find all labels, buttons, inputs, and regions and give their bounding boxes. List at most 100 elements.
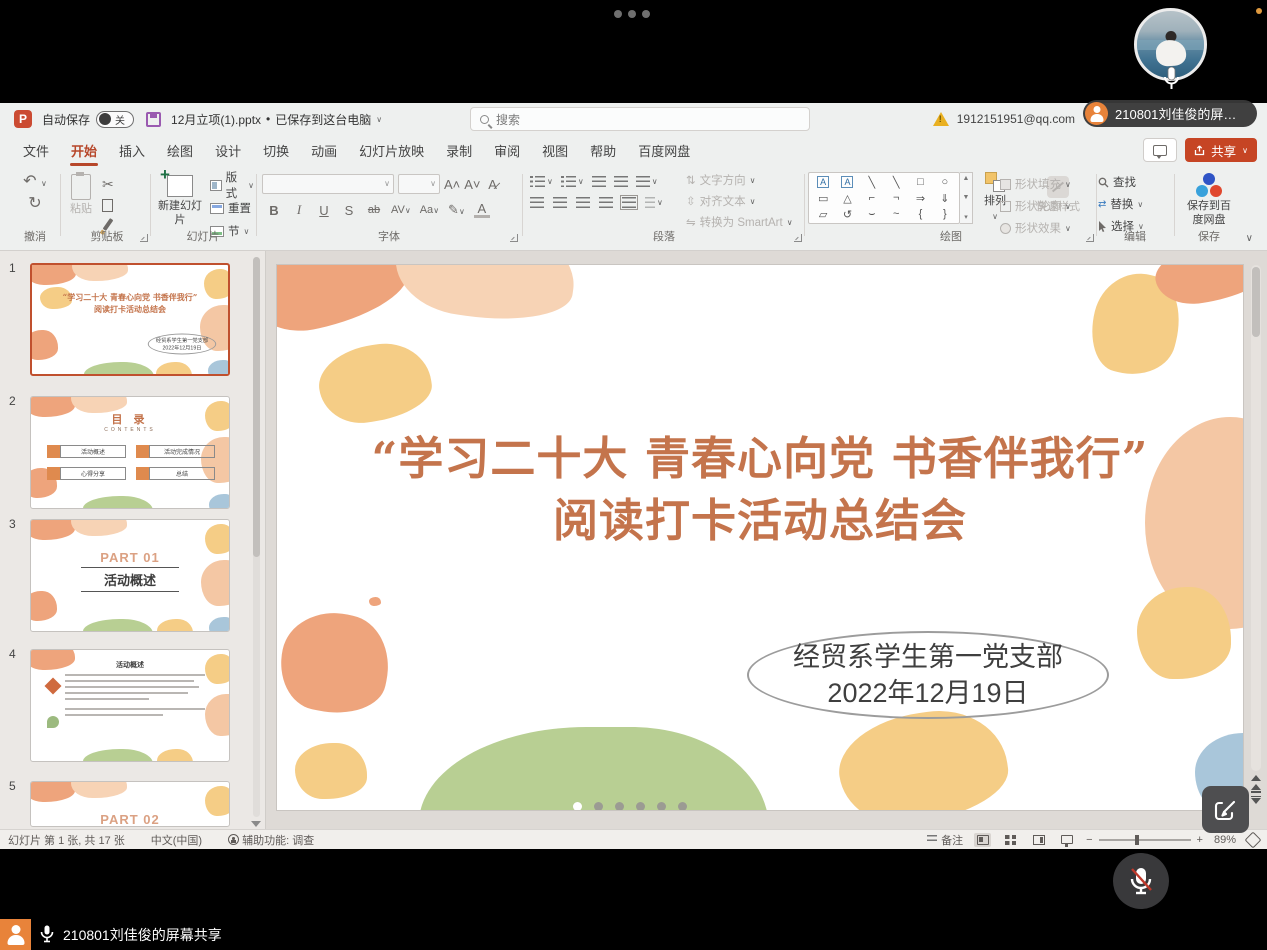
meeting-menu-dots[interactable] [614,10,650,18]
tab-design[interactable]: 设计 [204,135,252,166]
normal-view-button[interactable] [974,833,991,847]
layout-button[interactable]: 版式∨ [210,176,254,194]
justify-button[interactable] [599,197,613,208]
increase-font-button[interactable]: A˄ [444,177,460,192]
slide-thumbnail-4[interactable]: 活动概述 [30,649,230,762]
text-direction-button[interactable]: ⇅文字方向∨ [686,172,793,188]
shadow-button[interactable]: S [341,203,357,218]
current-slide[interactable]: “学习二十大 青春心向党 书香伴我行” 阅读打卡活动总结会 经贸系学生第一党支部… [277,265,1243,810]
underline-button[interactable]: U [316,203,332,218]
reset-button[interactable]: 重置 [210,199,254,217]
zoom-slider[interactable] [1099,839,1191,841]
clipboard-dialog-launcher[interactable] [140,234,148,242]
line-shape[interactable]: ╲ [869,176,876,189]
columns-button[interactable] [622,197,636,208]
left-brace-shape[interactable]: { [919,208,923,220]
change-case-button[interactable]: Aa∨ [420,204,439,216]
font-size-combo[interactable] [398,174,440,194]
align-text-button[interactable]: ⇳对齐文本∨ [686,193,793,209]
increase-indent-button[interactable] [614,176,628,187]
shape-gallery-scroll[interactable]: ▲▼▾ [960,172,973,224]
bullets-button[interactable]: ∨ [530,176,553,187]
paste-button[interactable]: 粘贴 [70,174,92,231]
bold-button[interactable]: B [266,203,282,218]
more-paragraph-button[interactable]: ∨ [645,197,663,208]
thumbnail-scrollbar[interactable] [253,257,260,817]
numbering-button[interactable]: ∨ [561,176,584,187]
down-arrow-shape[interactable]: ⇓ [940,192,949,205]
account-email[interactable]: 1912151951@qq.com [957,112,1075,126]
previous-slide-button[interactable] [1251,784,1261,793]
zoom-slider-knob[interactable] [1135,835,1139,845]
redo-button[interactable]: ↻ [28,196,41,212]
right-brace-shape[interactable]: } [943,208,947,220]
decrease-font-button[interactable]: A˅ [464,177,480,192]
tab-baidu-netdisk[interactable]: 百度网盘 [627,135,701,166]
font-name-combo[interactable] [262,174,394,194]
strikethrough-button[interactable]: ab [366,204,382,216]
accessibility-status[interactable]: 辅助功能: 调查 [228,832,314,848]
reading-view-button[interactable] [1030,833,1047,847]
language-indicator[interactable]: 中文(中国) [151,832,202,848]
textbox-icon[interactable]: A [817,176,829,188]
tab-slideshow[interactable]: 幻灯片放映 [348,135,435,166]
font-color-button[interactable]: A [474,202,490,218]
canvas-scrollbar[interactable] [1251,265,1261,771]
tab-view[interactable]: 视图 [531,135,579,166]
share-button[interactable]: 共享 ∨ [1185,138,1257,162]
triangle-shape[interactable]: △ [843,192,851,205]
search-input[interactable]: 搜索 [470,107,810,131]
replace-button[interactable]: ⇄替换∨ [1098,195,1172,213]
fit-slide-button[interactable] [1245,831,1262,848]
arc-shape[interactable]: ⌣ [868,208,875,221]
warning-icon[interactable] [933,112,949,126]
document-title[interactable]: 12月立项(1).pptx • 已保存到这台电脑 ∨ [171,111,382,128]
next-slide-button[interactable] [1251,796,1261,805]
tab-home[interactable]: 开始 [60,135,108,166]
autosave-toggle[interactable]: 关 [96,111,134,128]
line-spacing-button[interactable]: ∨ [636,176,658,187]
screen-share-badge[interactable]: 210801刘佳俊的屏… [1083,100,1257,127]
find-button[interactable]: 查找 [1098,173,1172,191]
tab-transitions[interactable]: 切换 [252,135,300,166]
slide-thumbnail-3[interactable]: PART 01 活动概述 [30,519,230,632]
char-spacing-button[interactable]: AV∨ [391,204,411,216]
slide-thumbnail-2[interactable]: 目 录 CONTENTS 活动概述 活动完成情况 心得分享 总结 [30,396,230,509]
shape-effects-button[interactable]: 形状效果∨ [1000,220,1096,236]
slide-thumbnail-5[interactable]: PART 02 [30,781,230,827]
align-center-button[interactable] [553,197,567,208]
curve-shape[interactable]: ~ [893,208,899,220]
tab-review[interactable]: 审阅 [483,135,531,166]
scroll-up-arrow[interactable] [1251,775,1261,781]
tab-animations[interactable]: 动画 [300,135,348,166]
tab-record[interactable]: 录制 [435,135,483,166]
microphone-muted-button[interactable] [1113,853,1169,909]
freeform-shape[interactable]: ↺ [843,208,852,221]
tab-file[interactable]: 文件 [12,135,60,166]
slide-subtitle-oval[interactable]: 经贸系学生第一党支部 2022年12月19日 [747,631,1109,719]
notes-button[interactable]: 备注 [927,832,963,848]
tab-insert[interactable]: 插入 [108,135,156,166]
zoom-out-button[interactable]: − [1086,834,1092,846]
zoom-level[interactable]: 89% [1214,834,1236,846]
save-icon[interactable] [146,112,161,127]
collapse-ribbon-button[interactable]: ∨ [1246,233,1253,244]
decrease-indent-button[interactable] [592,176,606,187]
parallelogram-shape[interactable]: ▱ [819,208,827,221]
shape-outline-button[interactable]: 形状轮廓∨ [1000,198,1096,214]
save-to-baidu-button[interactable]: 保存到百度网盘 [1176,170,1242,228]
comments-button[interactable] [1143,138,1177,162]
annotation-tool-button[interactable] [1202,786,1249,833]
italic-button[interactable]: I [291,202,307,218]
copy-button[interactable] [102,199,113,212]
clear-format-button[interactable]: A̷ [485,177,501,192]
tab-draw[interactable]: 绘图 [156,135,204,166]
undo-button[interactable]: ↶ ∨ [23,174,47,190]
slide-thumbnail-1[interactable]: “学习二十大 青春心向党 书香伴我行” 阅读打卡活动总结会 经贸系学生第一党支部… [30,263,230,376]
paragraph-dialog-launcher[interactable] [794,234,802,242]
align-right-button[interactable] [576,197,590,208]
arrow-shape[interactable]: ╲ [893,176,900,189]
oval-shape[interactable]: ○ [942,176,949,188]
right-arrow-shape[interactable]: ⇒ [916,192,925,205]
shape-fill-button[interactable]: 形状填充∨ [1000,176,1096,192]
